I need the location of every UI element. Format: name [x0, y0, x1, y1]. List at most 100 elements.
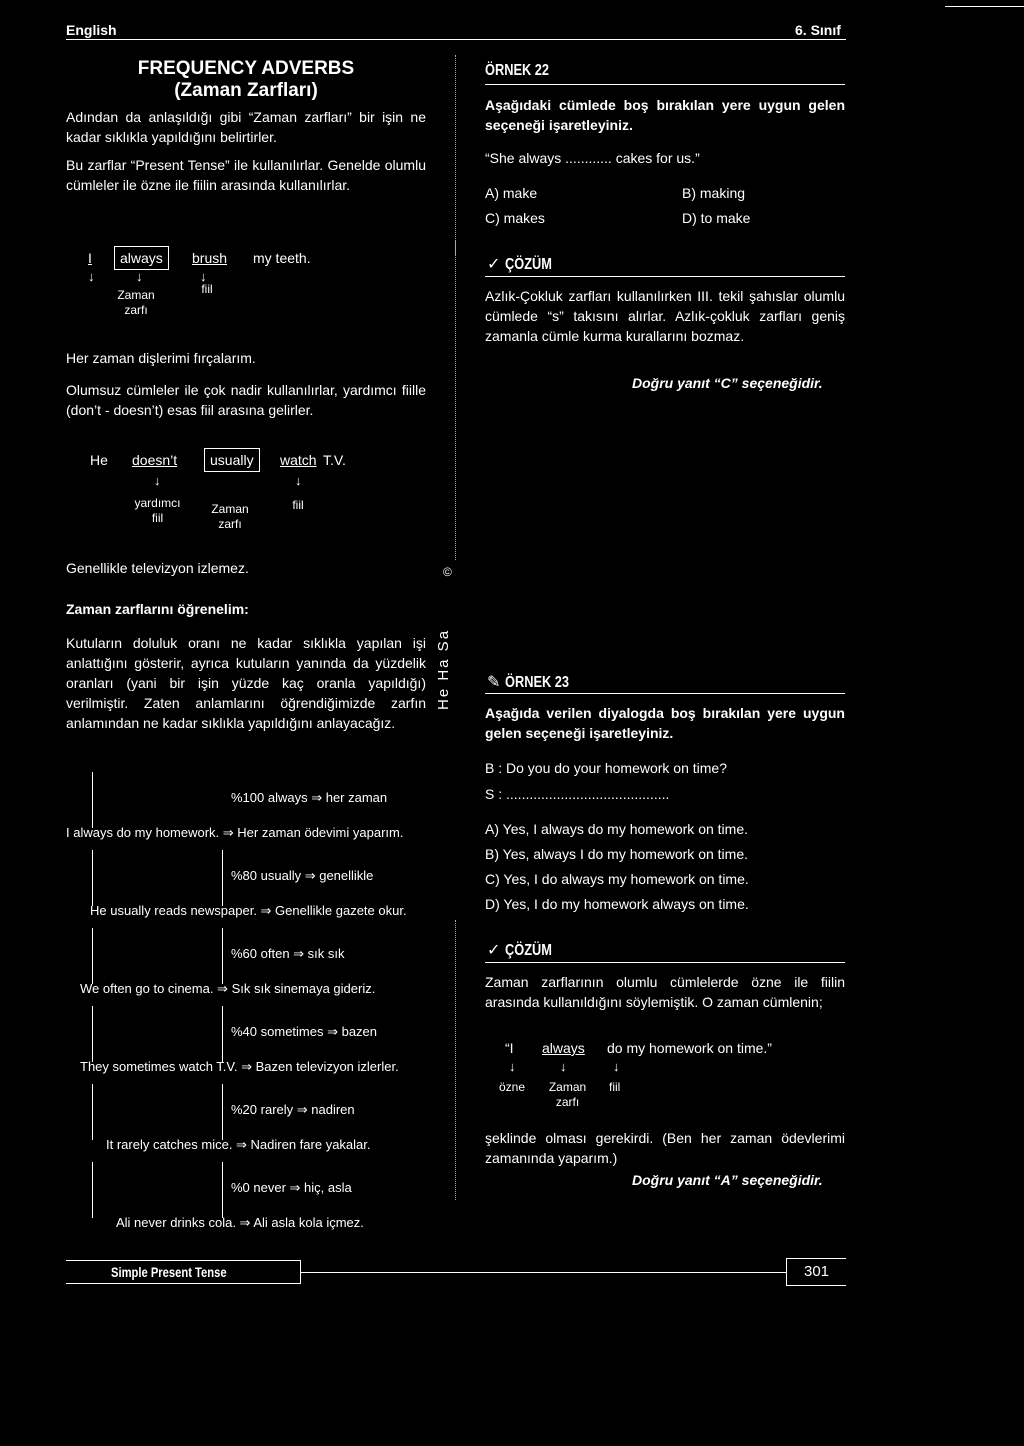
ex2-label-adverb: Zaman zarfı: [211, 502, 249, 531]
frequency-list: %100 always ⇒ her zaman I always do my ho…: [66, 760, 436, 1230]
rule: [485, 693, 845, 694]
check-icon: ✓: [487, 942, 501, 959]
page-number: 301: [803, 1263, 830, 1280]
learn-heading: Zaman zarflarını öğrenelim:: [66, 601, 249, 617]
sol23-adverb: always: [542, 1040, 585, 1056]
sol23-subject: “I: [505, 1040, 514, 1056]
check-icon: ✓: [487, 256, 501, 273]
ex1-label-adverb: Zaman zarfı: [117, 288, 155, 317]
ex23-b-line: B : Do you do your homework on time?: [485, 760, 728, 776]
ex1-label-verb: fiil: [201, 282, 213, 296]
ex23-option-b: B) Yes, always I do my homework on time.: [485, 846, 748, 862]
ex1-adverb-box: always: [114, 246, 169, 270]
ex2-adverb-box: usually: [204, 448, 260, 472]
frequency-box-right: [222, 850, 223, 906]
frequency-box-left: [92, 928, 93, 984]
column-divider: [455, 55, 456, 255]
frequency-box-right: [222, 1006, 223, 1062]
ex1-object: my teeth.: [253, 250, 311, 266]
ex2-verb: watch: [280, 452, 317, 468]
frequency-label: %20 rarely ⇒ nadiren: [231, 1102, 355, 1117]
ex23-question: Aşağıda verilen diyalogda boş bırakılan …: [485, 705, 845, 741]
sol23-label-verb: fiil: [609, 1080, 621, 1094]
frequency-label: %60 often ⇒ sık sık: [231, 946, 345, 961]
frequency-label: %40 sometimes ⇒ bazen: [231, 1024, 378, 1039]
negative-paragraph: Olumsuz cümleler ile çok nadir kullanılı…: [66, 382, 426, 418]
example-22-title: ÖRNEK 22: [485, 62, 550, 79]
frequency-box-left: [92, 1006, 93, 1062]
column-divider: [455, 240, 456, 560]
frequency-box-right: [222, 1162, 223, 1218]
frequency-example: We often go to cinema. ⇒ Sık sık sinemay…: [80, 981, 376, 996]
frequency-box-left: [92, 1162, 93, 1218]
ex23-option-c: C) Yes, I do always my homework on time.: [485, 871, 749, 887]
frequency-label: %80 usually ⇒ genellikle: [231, 868, 374, 883]
ex22-option-a: A) make: [485, 185, 538, 201]
ex1-subject: I: [88, 250, 92, 266]
down-arrow-icon: ↓: [509, 1059, 516, 1074]
ex1-verb: brush: [192, 250, 228, 266]
sol23-answer: Doğru yanıt “A” seçeneğidir.: [632, 1172, 823, 1188]
ex22-option-d: D) to make: [682, 210, 751, 226]
frequency-example: It rarely catches mice. ⇒ Nadiren fare y…: [106, 1137, 371, 1152]
header-rule: [66, 39, 846, 40]
sol23-rest: do my homework on time.”: [607, 1040, 772, 1056]
ex2-auxiliary: doesn’t: [132, 452, 178, 468]
ex22-option-b: B) making: [682, 185, 746, 201]
solution-22-title: ÇÖZÜM: [504, 256, 552, 273]
frequency-example: Ali never drinks cola. ⇒ Ali asla kola i…: [116, 1215, 364, 1230]
copyright-mark: ©: [443, 565, 452, 579]
sol22-answer: Doğru yanıt “C” seçeneğidir.: [632, 375, 823, 391]
sol23-label-adverb: Zaman zarfı: [548, 1080, 587, 1109]
corner-rule: [945, 6, 1024, 7]
down-arrow-icon: ↓: [295, 473, 302, 488]
ex2-subject: He: [90, 452, 108, 468]
ex1-translation: Her zaman dişlerimi fırçalarım.: [66, 350, 256, 366]
ex2-label-verb: fiil: [292, 498, 304, 512]
ex2-label-auxiliary: yardımcı fiil: [134, 496, 181, 525]
sol23-diagram: “I always do my homework on time.” ↓ ↓ ↓…: [499, 1040, 825, 1120]
ex23-option-d: D) Yes, I do my homework always on time.: [485, 896, 749, 912]
intro-paragraph-1: Adından da anlaşıldığı gibi “Zaman zarfl…: [66, 109, 426, 145]
ex2-object: T.V.: [323, 452, 346, 468]
footer-section: Simple Present Tense: [110, 1264, 227, 1280]
grade-header: 6. Sınıf: [795, 22, 841, 38]
intro-paragraph-2: Bu zarflar “Present Tense” ile kullanılı…: [66, 157, 426, 193]
frequency-label: %100 always ⇒ her zaman: [231, 790, 388, 805]
book-icon: ✎: [487, 674, 501, 691]
rule: [485, 84, 845, 85]
frequency-box-right: [222, 1084, 223, 1140]
margin-label: He Ha Sa: [435, 628, 452, 710]
sol23-label-subject: özne: [499, 1080, 526, 1094]
footer-section-box: Simple Present Tense: [66, 1260, 301, 1284]
ex22-option-c: C) makes: [485, 210, 545, 226]
frequency-example: I always do my homework. ⇒ Her zaman öde…: [66, 825, 404, 840]
learn-paragraph: Kutuların doluluk oranı ne kadar sıklıkl…: [66, 635, 426, 731]
rule: [485, 276, 845, 277]
subject-header: English: [66, 22, 117, 38]
solution-23-title: ÇÖZÜM: [504, 942, 552, 959]
frequency-box-left: [92, 850, 93, 906]
frequency-example: He usually reads newspaper. ⇒ Genellikle…: [90, 903, 407, 918]
sol23-text: Zaman zarflarının olumlu cümlelerde özne…: [485, 974, 845, 1010]
footer-rule: [301, 1272, 786, 1273]
down-arrow-icon: ↓: [613, 1059, 620, 1074]
down-arrow-icon: ↓: [88, 269, 95, 284]
section-subtitle: (Zaman Zarfları): [174, 80, 318, 101]
frequency-box-left: [92, 772, 93, 828]
sol22-text: Azlık-Çokluk zarfları kullanılırken III.…: [485, 288, 845, 344]
column-divider: [455, 920, 456, 1200]
down-arrow-icon: ↓: [560, 1059, 567, 1074]
page-number-box: 301: [786, 1258, 846, 1286]
frequency-box-right: [222, 928, 223, 984]
example-1-diagram: I always brush my teeth. ↓ ↓ ↓ Zaman zar…: [88, 246, 428, 330]
frequency-box-left: [92, 1084, 93, 1140]
down-arrow-icon: ↓: [154, 473, 161, 488]
rule: [485, 962, 845, 963]
ex23-option-a: A) Yes, I always do my homework on time.: [485, 821, 748, 837]
frequency-example: They sometimes watch T.V. ⇒ Bazen televi…: [80, 1059, 399, 1074]
ex2-translation: Genellikle televizyon izlemez.: [66, 560, 249, 576]
ex22-sentence: “She always ............ cakes for us.”: [485, 150, 700, 166]
example-2-diagram: He doesn’t usually watch T.V. ↓ ↓ yardım…: [90, 448, 420, 532]
ex23-s-line: S : ....................................…: [485, 786, 670, 802]
